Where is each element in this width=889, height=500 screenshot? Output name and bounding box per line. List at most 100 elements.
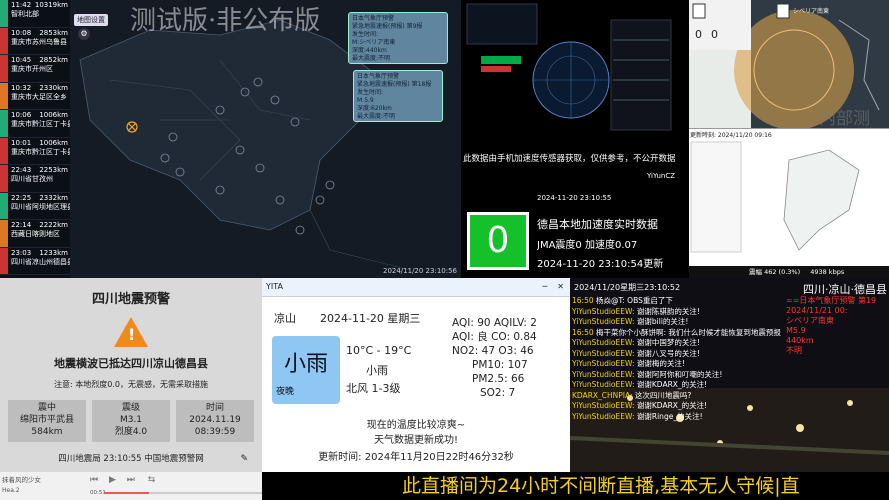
chat-message: 16:50 梅干菜你个小酥饼啊: 我们什么时候才能恢复到地震预报	[572, 328, 782, 339]
prev-icon[interactable]: ⏮	[90, 475, 98, 485]
magnitude-color-bar	[0, 192, 8, 219]
progress-track[interactable]	[104, 492, 262, 494]
quake-distance: 2853km	[39, 28, 68, 37]
chat-message: YiYunStudioEEW: 谢谢中国梦的关注!	[572, 338, 782, 349]
aqi-line: AQI: 良 CO: 0.84	[452, 331, 537, 343]
minimize-icon[interactable]: ─	[542, 278, 547, 296]
magnitude-color-bar	[0, 110, 8, 137]
close-icon[interactable]: ✕	[557, 278, 564, 296]
quake-distance: 2852km	[39, 56, 68, 64]
chat-sender: YiYunStudioEEW:	[572, 401, 635, 410]
chat-text: 谢谢梅的关注!	[636, 359, 685, 368]
chat-text: 谢谢KDARX_的关注!	[636, 380, 708, 389]
tile-line: 烈度4.0	[114, 427, 148, 437]
quake-place: 西藏日喀则地区	[11, 230, 60, 238]
quake-place: 重庆市大足区全乡	[11, 92, 67, 101]
chat-text: 谢谢阿阿你和叮嘲的关注!	[636, 369, 723, 379]
accel-update-time: 2024-11-20 23:10:54更新	[537, 259, 664, 270]
live-chat: 16:50 杨焱@T: OBS重启了下 YiYunStudioEEW: 谢谢陈骐韵…	[572, 296, 782, 422]
amplitude-stat: 震幅 462 (0.3%)	[749, 268, 801, 276]
update-status: 天气数据更新成功!	[373, 435, 458, 446]
chat-text: 谢谢KDARX_的关注!	[636, 401, 708, 410]
chat-sender: 16:50	[572, 296, 594, 305]
quake-distance: 2253km	[39, 166, 68, 174]
epicenter-tile: 震中 绵阳市平武县 584km	[8, 400, 86, 442]
magnitude-color-bar	[0, 247, 8, 274]
alert-line: 不明	[786, 346, 802, 355]
chat-message: YiYunStudioEEW: 谢谢bili的关注!	[572, 317, 782, 328]
quake-list-item[interactable]: 11:42 10319km 智利北部	[0, 0, 70, 28]
chat-sender: YiYunStudioEEW:	[572, 411, 635, 421]
wind-info: 北风 1-3级	[346, 382, 401, 395]
music-player: 抹着风的少女 Hea.2 ⏮ ▶ ⏭ ⇆ 00:51	[0, 472, 262, 500]
chat-sender: YiYunStudioEEW:	[572, 306, 635, 316]
sichuan-warning-panel: 四川地震预警 ! 地震横波已抵达四川凉山德昌县 注意: 本地烈度0.0，无震感，…	[0, 278, 262, 500]
tile-line: 08:39:59	[194, 427, 236, 437]
count-box-1: 0	[695, 28, 702, 41]
quake-distance: 2222km	[39, 221, 68, 229]
test-version-watermark: 测试版·非公布版	[130, 6, 321, 36]
map-settings-button[interactable]: 地图设置	[74, 14, 108, 26]
temperature-range: 10°C - 19°C	[346, 344, 412, 357]
shuffle-icon[interactable]: ⇆	[148, 475, 156, 485]
aqi-line: SO2: 7	[480, 387, 516, 399]
warning-triangle-icon: !	[114, 317, 148, 347]
chat-message: YiYunStudioEEW: 谢谢八叉号的关注!	[572, 349, 782, 360]
chat-text: 谢谢八叉号的关注!	[636, 348, 700, 358]
chat-sender: YiYunStudioEEW:	[572, 369, 635, 379]
chat-message: YiYunStudioEEW: 谢谢梅的关注!	[572, 359, 782, 370]
jma-timestamp: 2024-11-20 23:10:55	[537, 194, 612, 202]
alert-card-line: 发生时间:	[352, 31, 379, 38]
mini-map-caption: シベリア南東	[793, 8, 830, 15]
quake-list-item[interactable]: 10:01 1006km 重庆市黔江区丁卡县	[0, 137, 70, 165]
chat-text: 杨焱@T: OBS重启了下	[596, 296, 673, 305]
quake-list-item[interactable]: 23:03 1233km 四川省凉山州德昌县	[0, 247, 70, 275]
alert-card-line: 紧急地震速报(预报) 第18报	[357, 81, 432, 88]
news-list: 更新時刻: 2024/11/20 09:16	[689, 128, 889, 266]
alert-line: ==日本气象厅预警 第19	[786, 296, 877, 305]
magnitude-color-bar	[0, 82, 8, 109]
quake-list-item[interactable]: 10:32 2330km 重庆市大足区全乡	[0, 82, 70, 110]
quake-list-item[interactable]: 10:08 2853km 重庆市苏州乌鲁县	[0, 27, 70, 55]
magnitude-color-bar	[0, 55, 8, 82]
next-icon[interactable]: ⏭	[127, 475, 135, 485]
air-quality: AQI: 90 AQILV: 2 AQI: 良 CO: 0.84 NO2: 47…	[452, 316, 537, 400]
quake-list-item[interactable]: 22:14 2222km 西藏日喀则地区	[0, 220, 70, 248]
warning-headline: 地震横波已抵达四川凉山德昌县	[54, 357, 208, 370]
edit-icon[interactable]: ✎	[240, 454, 248, 464]
chat-sender: YiYunStudioEEW:	[572, 348, 635, 358]
news-header: 更新時刻: 2024/11/20 09:16	[690, 132, 772, 139]
quake-list-item[interactable]: 22:43 2253km 四川省甘孜州	[0, 165, 70, 193]
play-icon[interactable]: ▶	[109, 475, 116, 485]
quake-list-item[interactable]: 10:45 2852km 重庆市开州区	[0, 55, 70, 83]
chat-message: YiYunStudioEEW: 谢谢KDARX_的关注!	[572, 380, 782, 391]
chat-text: 梅干菜你个小酥饼啊: 我们什么时候才能恢复到地震预报	[596, 327, 781, 337]
gear-icon[interactable]: ⚙	[78, 28, 90, 40]
alert-card-line: 最大震度:不明	[352, 55, 391, 62]
sensor-notice: 此数据由手机加速度传感器获取，仅供参考，不公开数据	[463, 154, 676, 164]
banner-text: 此直播间为24小时不间断直播,基本无人守候|直	[402, 475, 800, 497]
warning-advice: 注意: 本地烈度0.0，无震感，无需采取措施	[54, 380, 208, 389]
jma-alert-card-1: 日本气象厅预警 紧急地震速报(预报) 第9报 发生时间: M:シベリア南東 深度…	[348, 12, 448, 64]
chat-text: 谢谢陈骐韵的关注!	[636, 306, 700, 316]
quake-list-item[interactable]: 22:25 2332km 四川省阿坝地区理县	[0, 192, 70, 220]
warning-title: 四川地震预警	[91, 292, 170, 307]
tile-line: M3.1	[119, 415, 143, 425]
quake-distance: 2332km	[39, 193, 68, 202]
intensity-value: 0	[470, 215, 526, 267]
quake-place: 四川省甘孜州	[11, 175, 53, 183]
chat-text: 谢谢中国梦的关注!	[636, 338, 700, 347]
livecam-location: 四川·凉山·德昌县	[803, 283, 887, 296]
live-camera-panel: 2024/11/20星期三23:10:52 四川·凉山·德昌县 ==日本气象厅预…	[570, 278, 889, 472]
chat-sender: YiYunStudioEEW:	[572, 317, 635, 326]
quake-list-item[interactable]: 10:06 1006km 重庆市黔江区丁卡县	[0, 110, 70, 138]
magnitude-color-bar	[0, 27, 8, 54]
alert-card-title: 日本气象厅预警	[357, 73, 400, 80]
right-info-panel: 0 0 シベリア南東 内部测 更新時刻: 2024/11/20 09:16 震幅…	[689, 0, 889, 278]
tile-head: 时间	[205, 403, 224, 413]
earthquake-map[interactable]: 日本气象厅预警 紧急地震速报(预报) 第9报 发生时间: M:シベリア南東 深度…	[70, 0, 461, 278]
condition-tile: 小雨 夜晚	[272, 336, 340, 404]
warning-footer: 四川地震局 23:10:55 中国地震预警网	[58, 454, 204, 464]
map-timestamp: 2024/11/20 23:10:56	[382, 267, 457, 275]
alert-line: シベリア南東	[786, 316, 834, 325]
